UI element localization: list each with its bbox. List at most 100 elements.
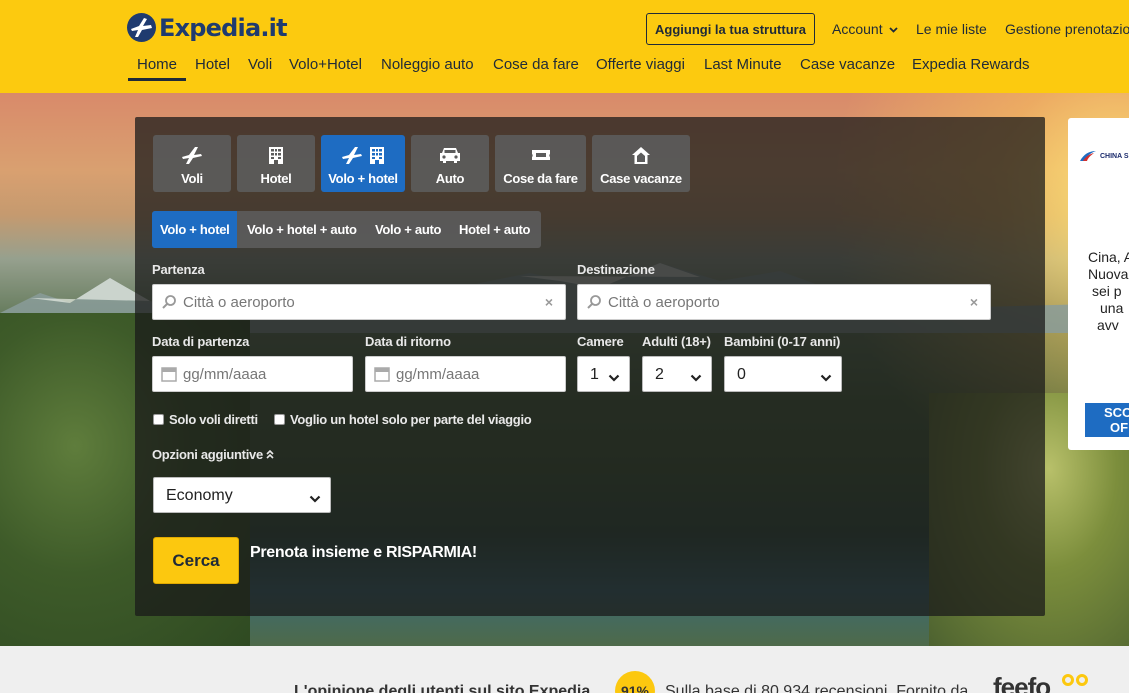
globe-plane-icon <box>127 13 156 42</box>
depart-date-input[interactable] <box>183 357 322 391</box>
destination-input[interactable] <box>608 285 960 319</box>
subtab-flight-hotel[interactable]: Volo + hotel <box>152 211 238 248</box>
tab-vacation-rentals[interactable]: Case vacanze <box>592 135 690 192</box>
ad-cta-line: OF <box>1110 420 1129 435</box>
reviews-lead: L'opinione degli utenti sul sito Expedia <box>294 683 591 693</box>
reviews-strip: L'opinione degli utenti sul sito Expedia… <box>0 646 1129 693</box>
adults-select[interactable]: 2 <box>642 356 712 392</box>
add-property-button[interactable]: Aggiungi la tua struttura <box>646 13 815 45</box>
airline-logo-icon <box>1080 151 1096 161</box>
airline-logo: CHINA S <box>1079 150 1129 162</box>
children-select[interactable]: 0 <box>724 356 842 392</box>
direct-flights-checkbox[interactable]: Solo voli diretti <box>153 412 258 427</box>
partial-hotel-label: Voglio un hotel solo per parte del viagg… <box>290 412 532 427</box>
package-type-tabs: Volo + hotel Volo + hotel + auto Volo + … <box>152 211 541 248</box>
destination-label: Destinazione <box>577 262 655 277</box>
site-header: Expedia.it Aggiungi la tua struttura Acc… <box>0 0 1129 93</box>
ad-cta-button[interactable]: SCO OF <box>1085 403 1129 437</box>
nav-vacation-rentals[interactable]: Case vacanze <box>800 56 895 73</box>
children-label: Bambini (0-17 anni) <box>724 334 841 349</box>
search-button[interactable]: Cerca <box>153 537 239 584</box>
feefo-logo[interactable]: feefo <box>993 672 1051 693</box>
my-lists-link[interactable]: Le mie liste <box>916 21 987 37</box>
adults-value: 2 <box>655 366 664 383</box>
advertisement[interactable]: CHINA S Cina, A Nuova sei p una avv SCO … <box>1068 118 1129 450</box>
plane-icon <box>153 146 231 165</box>
depart-date-label: Data di partenza <box>152 334 250 349</box>
nav-things-to-do[interactable]: Cose da fare <box>493 56 579 73</box>
return-date-field[interactable] <box>365 356 566 392</box>
account-label: Account <box>832 21 883 37</box>
cabin-class-value: Economy <box>166 487 233 504</box>
nav-home[interactable]: Home <box>127 56 187 81</box>
nav-car-rental[interactable]: Noleggio auto <box>381 56 474 73</box>
ad-copy: Cina, A Nuova sei p una avv <box>1088 249 1129 334</box>
ad-line: Nuova <box>1088 266 1129 282</box>
rooms-label: Camere <box>577 334 624 349</box>
clear-icon[interactable]: × <box>545 294 553 310</box>
tab-hotel[interactable]: Hotel <box>237 135 315 192</box>
depart-date-field[interactable] <box>152 356 353 392</box>
house-icon <box>592 146 690 165</box>
logo-wordmark: Expedia.it <box>159 13 288 42</box>
nav-rewards[interactable]: Expedia Rewards <box>912 56 1030 73</box>
chevron-down-icon <box>309 490 321 508</box>
search-icon <box>586 294 602 315</box>
tab-flights[interactable]: Voli <box>153 135 231 192</box>
tab-label: Auto <box>435 171 465 186</box>
search-panel: Voli Hotel Volo + hotel Auto Cose da far… <box>135 117 1045 616</box>
partial-hotel-checkbox[interactable]: Voglio un hotel solo per parte del viagg… <box>274 412 532 427</box>
nav-last-minute[interactable]: Last Minute <box>704 56 782 73</box>
reviews-count-text: Sulla base di 80.934 recensioni. Fornito… <box>665 683 969 693</box>
ad-line: avv <box>1097 317 1119 333</box>
calendar-icon <box>161 366 177 387</box>
tab-label: Cose da fare <box>503 171 578 186</box>
nav-hotel[interactable]: Hotel <box>195 56 230 73</box>
subtab-flight-hotel-car[interactable]: Volo + hotel + auto <box>239 211 365 248</box>
feefo-eyes-icon <box>1062 674 1088 686</box>
tab-label: Case vacanze <box>600 171 682 186</box>
ad-line: Cina, A <box>1088 249 1129 265</box>
tab-label: Hotel <box>260 171 292 186</box>
origin-input[interactable] <box>183 285 535 319</box>
rooms-value: 1 <box>590 366 599 383</box>
children-value: 0 <box>737 366 746 383</box>
tab-flight-hotel[interactable]: Volo + hotel <box>321 135 405 192</box>
chevron-down-icon <box>888 25 898 36</box>
double-chevron-up-icon <box>266 447 274 462</box>
rating-badge: 91% <box>615 671 655 693</box>
more-options-toggle[interactable]: Opzioni aggiuntive <box>152 447 274 462</box>
calendar-icon <box>374 366 390 387</box>
ticket-icon <box>495 146 586 165</box>
nav-flight-hotel[interactable]: Volo+Hotel <box>289 56 362 73</box>
tab-car[interactable]: Auto <box>411 135 489 192</box>
origin-label: Partenza <box>152 262 205 277</box>
nav-travel-deals[interactable]: Offerte viaggi <box>596 56 685 73</box>
subtab-hotel-car[interactable]: Hotel + auto <box>451 211 538 248</box>
checkbox-box[interactable] <box>274 414 285 425</box>
cabin-class-select[interactable]: Economy <box>153 477 331 513</box>
checkbox-box[interactable] <box>153 414 164 425</box>
more-options-label: Opzioni aggiuntive <box>152 447 263 462</box>
account-menu[interactable]: Account <box>832 21 898 37</box>
airline-name: CHINA S <box>1100 152 1129 160</box>
plane-building-icon <box>321 146 405 165</box>
destination-field[interactable]: × <box>577 284 991 320</box>
adults-label: Adulti (18+) <box>642 334 711 349</box>
ad-line: una <box>1100 300 1124 316</box>
rooms-select[interactable]: 1 <box>577 356 630 392</box>
building-icon <box>237 146 315 165</box>
nav-flights[interactable]: Voli <box>248 56 272 73</box>
direct-flights-label: Solo voli diretti <box>169 412 258 427</box>
return-date-input[interactable] <box>396 357 535 391</box>
expedia-logo[interactable]: Expedia.it <box>127 13 288 42</box>
tab-things-to-do[interactable]: Cose da fare <box>495 135 586 192</box>
car-icon <box>411 146 489 165</box>
origin-field[interactable]: × <box>152 284 566 320</box>
search-icon <box>161 294 177 315</box>
return-date-label: Data di ritorno <box>365 334 451 349</box>
subtab-flight-car[interactable]: Volo + auto <box>367 211 449 248</box>
chevron-down-icon <box>820 369 832 387</box>
manage-bookings-link[interactable]: Gestione prenotazion <box>1005 21 1129 37</box>
clear-icon[interactable]: × <box>970 294 978 310</box>
